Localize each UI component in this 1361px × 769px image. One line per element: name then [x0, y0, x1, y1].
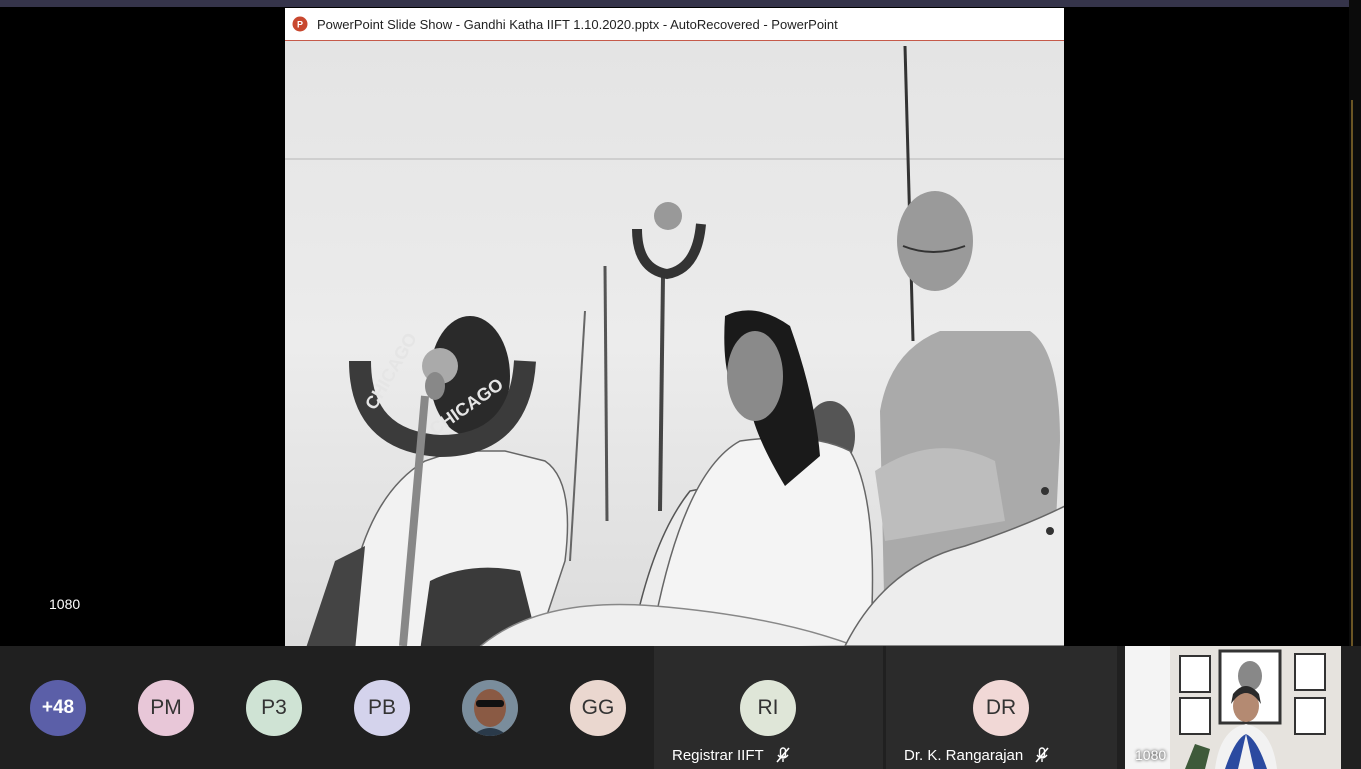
participant-avatar-photo[interactable]: [462, 680, 518, 736]
participant-avatar-pm[interactable]: PM: [138, 680, 194, 736]
participant-avatar-dr: DR: [973, 680, 1029, 736]
more-participants-button[interactable]: +48: [30, 680, 86, 736]
mic-off-icon: [1033, 746, 1051, 764]
resolution-label: 1080: [49, 596, 81, 612]
participant-avatar-p3[interactable]: P3: [246, 680, 302, 736]
slide-photo: CHICAGO CHICAGO: [285, 41, 1064, 646]
window-title: PowerPoint Slide Show - Gandhi Katha IIF…: [317, 16, 838, 32]
mic-off-icon: [774, 746, 792, 764]
ppt-titlebar: P PowerPoint Slide Show - Gandhi Katha I…: [285, 8, 1064, 41]
svg-text:P: P: [297, 20, 303, 30]
participant-name-registrar: Registrar IIFT: [672, 746, 792, 764]
participant-avatar-ri: RI: [740, 680, 796, 736]
self-video-tile[interactable]: 1080: [1125, 646, 1341, 769]
screen-share-window: P PowerPoint Slide Show - Gandhi Katha I…: [285, 8, 1064, 646]
self-view-label: 1080: [1135, 747, 1167, 763]
right-scrollbar[interactable]: [1349, 0, 1361, 646]
top-bar: [0, 0, 1361, 7]
participant-name-rangarajan: Dr. K. Rangarajan: [904, 746, 1051, 764]
participant-avatar-gg[interactable]: GG: [570, 680, 626, 736]
participant-tile-rangarajan[interactable]: DR Dr. K. Rangarajan: [886, 646, 1117, 769]
participant-avatar-pb[interactable]: PB: [354, 680, 410, 736]
powerpoint-icon: P: [291, 15, 309, 33]
participant-tile-registrar[interactable]: RI Registrar IIFT: [654, 646, 883, 769]
